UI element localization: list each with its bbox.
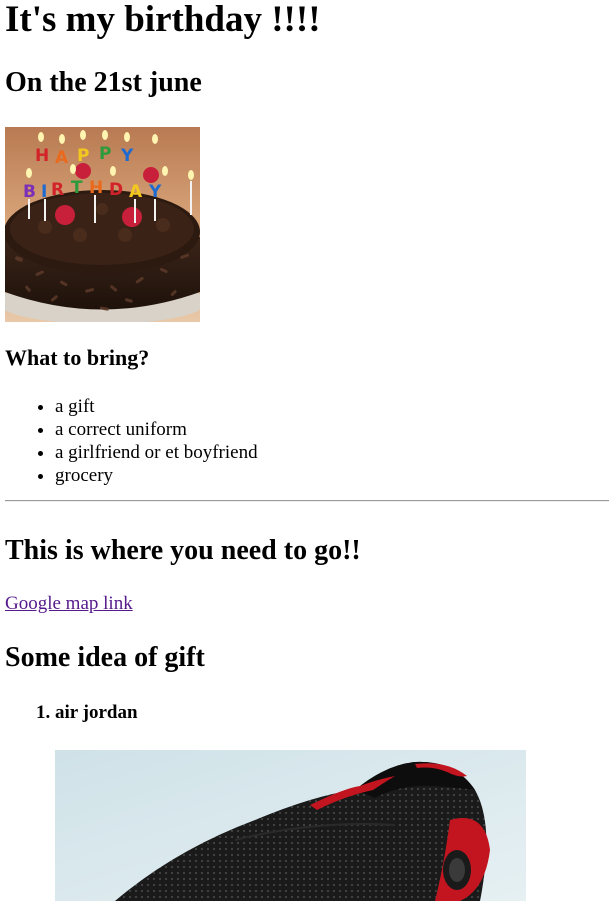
svg-text:R: R	[51, 180, 64, 200]
divider	[5, 500, 609, 502]
list-item: a girlfriend or et boyfriend	[55, 441, 258, 464]
list-item: a correct uniform	[55, 418, 258, 441]
svg-text:H: H	[35, 146, 49, 166]
svg-text:Y: Y	[120, 146, 134, 166]
list-item: a gift	[55, 395, 258, 418]
date-heading: On the 21st june	[5, 67, 202, 98]
svg-text:P: P	[77, 146, 89, 166]
gift-list: air jordan	[15, 701, 138, 725]
bring-list: a gift a correct uniform a girlfriend or…	[15, 395, 258, 487]
birthday-cake-image: H A P P Y B I R T H D A Y	[5, 127, 200, 322]
page-title: It's my birthday !!!!	[5, 0, 321, 40]
svg-text:P: P	[99, 144, 111, 164]
bring-heading: What to bring?	[5, 345, 150, 370]
svg-text:D: D	[109, 180, 123, 200]
google-map-link[interactable]: Google map link	[5, 592, 133, 616]
svg-text:H: H	[89, 178, 103, 198]
svg-text:T: T	[71, 178, 83, 198]
svg-text:A: A	[55, 148, 69, 168]
list-item: air jordan	[55, 701, 138, 725]
list-item: grocery	[55, 464, 258, 487]
location-heading: This is where you need to go!!	[5, 535, 361, 566]
air-jordan-shoe-image	[55, 750, 526, 901]
gift-ideas-heading: Some idea of gift	[5, 642, 205, 673]
